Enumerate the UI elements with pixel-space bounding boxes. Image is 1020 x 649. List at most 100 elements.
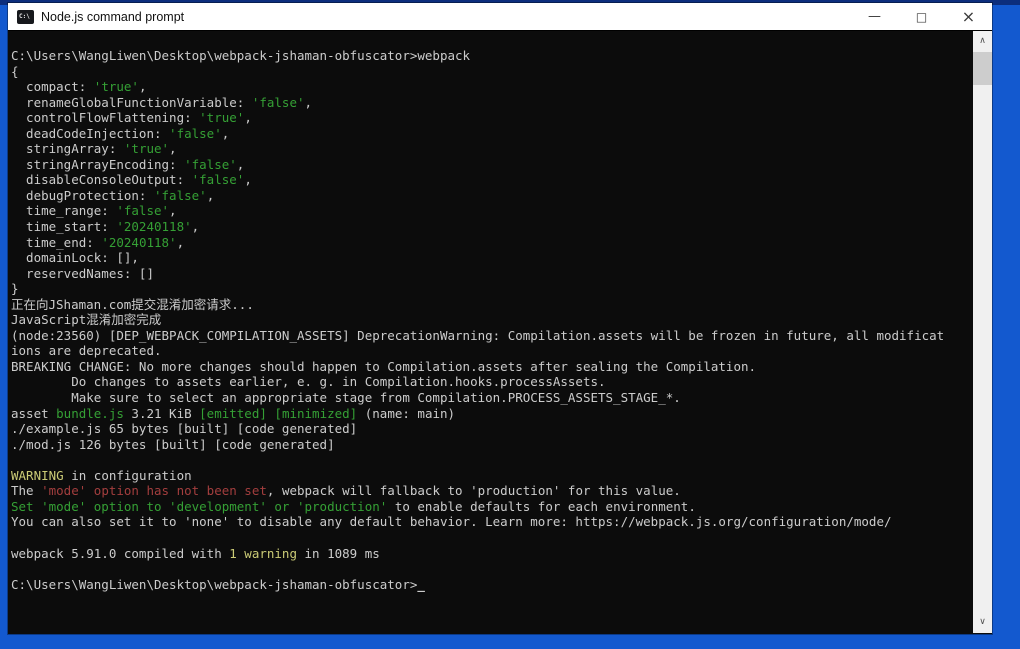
terminal-text-segment: domainLock: [],: [11, 250, 139, 266]
terminal-text-segment: debugProtection:: [11, 187, 154, 203]
terminal-text-segment: ions are deprecated.: [11, 343, 162, 359]
terminal-text-segment: WARNING: [11, 467, 64, 483]
terminal-line: time_range: 'false',: [11, 203, 973, 219]
terminal-text-segment: in 1089 ms: [296, 545, 380, 561]
scrollbar-up-arrow-icon[interactable]: ∧: [973, 33, 992, 50]
terminal-text-segment: ,: [304, 94, 313, 110]
terminal-line: Do changes to assets earlier, e. g. in C…: [11, 374, 973, 390]
terminal-line: time_start: '20240118',: [11, 219, 973, 235]
terminal-line: }: [11, 281, 973, 297]
terminal-text-segment: controlFlowFlattening:: [11, 110, 200, 126]
terminal-text-segment: _: [417, 576, 425, 592]
maximize-button[interactable]: □: [898, 3, 945, 30]
console-body: C:\Users\WangLiwen\Desktop\webpack-jsham…: [8, 31, 992, 633]
terminal-line: deadCodeInjection: 'false',: [11, 126, 973, 142]
window-titlebar[interactable]: C:\ Node.js command prompt — □ ×: [8, 3, 992, 31]
terminal-text-segment: '20240118': [101, 234, 177, 250]
terminal-text-segment: ,: [206, 187, 215, 203]
terminal-text-segment: in configuration: [63, 467, 192, 483]
desktop-background: C:\ Node.js command prompt — □ × C:\User…: [0, 0, 1020, 649]
terminal-text-segment: }: [11, 281, 19, 297]
terminal-text-segment: 'false': [169, 125, 222, 141]
terminal-text-segment: Make sure to select an appropriate stage…: [11, 390, 681, 406]
minimize-button[interactable]: —: [851, 3, 898, 30]
terminal-line: BREAKING CHANGE: No more changes should …: [11, 359, 973, 375]
terminal-text-segment: to enable defaults for each environment.: [387, 498, 696, 514]
terminal-text-segment: 'false': [116, 203, 170, 219]
terminal-line: asset bundle.js 3.21 KiB [emitted] [mini…: [11, 406, 973, 422]
terminal-text-segment: ,: [236, 156, 245, 172]
terminal-text-segment: ,: [138, 79, 147, 95]
terminal-line: renameGlobalFunctionVariable: 'false',: [11, 95, 973, 111]
terminal-line: C:\Users\WangLiwen\Desktop\webpack-jsham…: [11, 48, 973, 64]
terminal-text-segment: reservedNames: []: [11, 265, 154, 281]
terminal-line: compact: 'true',: [11, 79, 973, 95]
terminal-line: 正在向JShaman.com提交混淆加密请求...: [11, 297, 973, 313]
terminal-text-segment: 'true': [123, 141, 170, 157]
terminal-text-segment: 'true': [199, 110, 245, 126]
cmd-prompt-icon: C:\: [17, 9, 34, 24]
console-window: C:\ Node.js command prompt — □ × C:\User…: [8, 3, 992, 634]
terminal-text-segment: (name: main): [357, 405, 456, 421]
terminal-text-segment: 'false': [191, 172, 245, 188]
terminal-line: disableConsoleOutput: 'false',: [11, 172, 973, 188]
terminal-line: Set 'mode' option to 'development' or 'p…: [11, 499, 973, 515]
terminal-text-segment: asset: [11, 405, 57, 421]
scrollbar[interactable]: ∧ ∨: [973, 31, 992, 633]
terminal-text-segment: ,: [176, 234, 185, 250]
terminal-text-segment: ,: [169, 141, 177, 157]
terminal-text-segment: 'false': [154, 187, 207, 203]
terminal-text-segment: C:\Users\WangLiwen\Desktop\webpack-jsham…: [11, 48, 471, 63]
scrollbar-thumb[interactable]: [973, 52, 992, 85]
terminal-line: The 'mode' option has not been set, webp…: [11, 483, 973, 499]
terminal-text-segment: renameGlobalFunctionVariable:: [11, 94, 252, 110]
terminal-line: domainLock: [],: [11, 250, 973, 266]
terminal-text-segment: Set 'mode' option to 'development' or 'p…: [11, 498, 388, 514]
terminal-text-segment: time_end:: [11, 234, 102, 250]
terminal-text-segment: 'false': [251, 94, 305, 110]
close-button[interactable]: ×: [945, 3, 992, 30]
terminal-text-segment: ,: [221, 125, 230, 141]
terminal-text-segment: ,: [169, 203, 177, 219]
terminal-line: webpack 5.91.0 compiled with 1 warning i…: [11, 546, 973, 562]
terminal-output[interactable]: C:\Users\WangLiwen\Desktop\webpack-jsham…: [8, 31, 973, 633]
window-controls: — □ ×: [851, 3, 992, 30]
terminal-text-segment: stringArray:: [11, 141, 124, 157]
terminal-line: {: [11, 64, 973, 80]
terminal-text-segment: ,: [244, 172, 252, 188]
terminal-text-segment: ,: [191, 219, 200, 235]
terminal-text-segment: ./mod.js 126 bytes [built] [code generat…: [11, 436, 335, 452]
terminal-text-segment: JavaScript混淆加密完成: [11, 312, 162, 328]
terminal-line: ./example.js 65 bytes [built] [code gene…: [11, 421, 973, 437]
terminal-text-segment: You can also set it to 'none' to disable…: [11, 514, 892, 530]
terminal-text-segment: (node:23560) [DEP_WEBPACK_COMPILATION_AS…: [11, 327, 945, 343]
window-title: Node.js command prompt: [41, 9, 185, 24]
terminal-line: C:\Users\WangLiwen\Desktop\webpack-jsham…: [11, 577, 973, 593]
terminal-line: debugProtection: 'false',: [11, 188, 973, 204]
terminal-text-segment: webpack 5.91.0 compiled with: [11, 545, 230, 561]
terminal-line: stringArray: 'true',: [11, 141, 973, 157]
terminal-text-segment: time_start:: [11, 219, 117, 235]
terminal-text-segment: deadCodeInjection:: [11, 125, 170, 141]
terminal-text-segment: 正在向JShaman.com提交混淆加密请求...: [11, 296, 254, 312]
terminal-line: ./mod.js 126 bytes [built] [code generat…: [11, 437, 973, 453]
terminal-text-segment: C:\Users\WangLiwen\Desktop\webpack-jsham…: [11, 576, 418, 592]
terminal-text-segment: , webpack will fallback to 'production' …: [266, 483, 681, 499]
terminal-text-segment: 'true': [93, 79, 139, 95]
terminal-line: Make sure to select an appropriate stage…: [11, 390, 973, 406]
terminal-line: WARNING in configuration: [11, 468, 973, 484]
terminal-line: You can also set it to 'none' to disable…: [11, 514, 973, 530]
terminal-line: reservedNames: []: [11, 266, 973, 282]
terminal-text-segment: 1 warning: [229, 545, 297, 561]
terminal-text-segment: time_range:: [11, 203, 117, 219]
terminal-text-segment: Do changes to assets earlier, e. g. in C…: [11, 374, 606, 390]
scrollbar-down-arrow-icon[interactable]: ∨: [973, 614, 992, 631]
terminal-line: ions are deprecated.: [11, 343, 973, 359]
terminal-line: JavaScript混淆加密完成: [11, 312, 973, 328]
terminal-text-segment: The: [11, 483, 42, 499]
terminal-line: controlFlowFlattening: 'true',: [11, 110, 973, 126]
terminal-text-segment: ./example.js 65 bytes [built] [code gene…: [11, 421, 358, 437]
terminal-text-segment: disableConsoleOutput:: [11, 172, 192, 188]
